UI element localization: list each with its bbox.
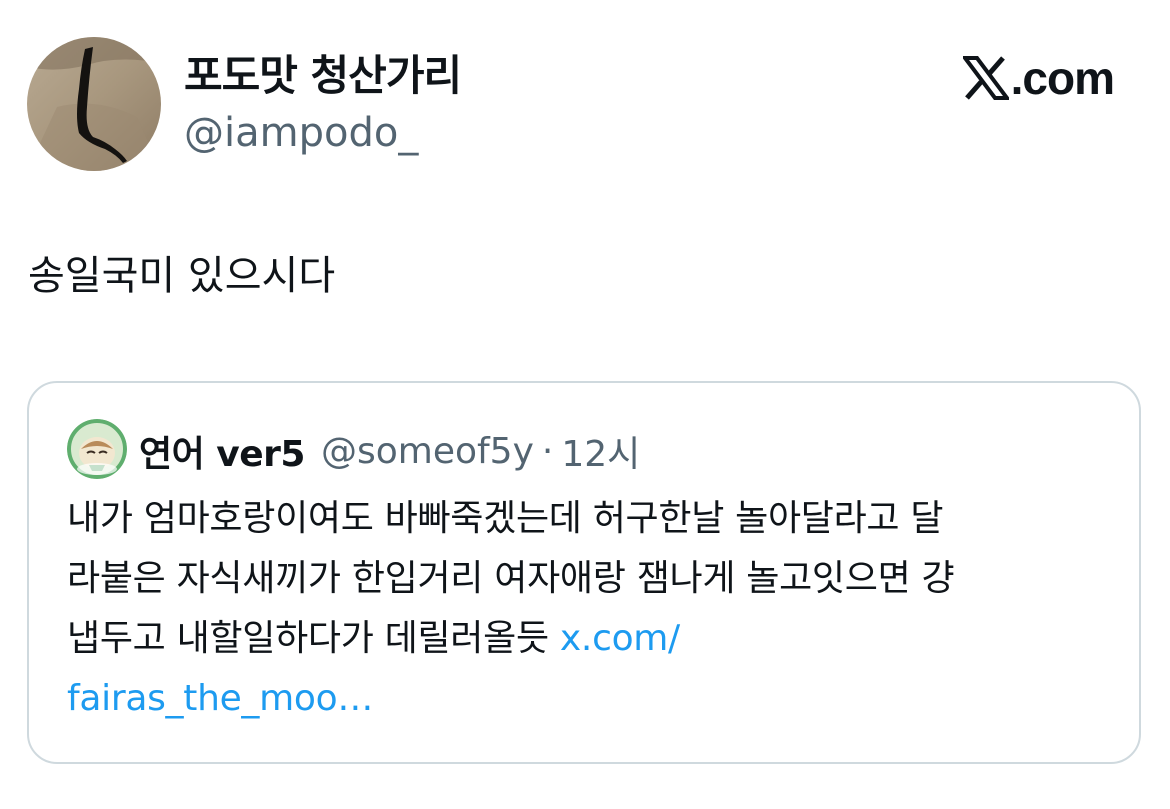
quoted-author-avatar[interactable] [67, 419, 127, 479]
quoted-text-line: 라붙은 자식새끼가 한입거리 여자애랑 잼나게 놀고잇으면 걍 [67, 558, 955, 599]
quoted-handle[interactable]: @someof5y [321, 431, 534, 472]
quoted-display-name[interactable]: 연어 ver5 [139, 425, 305, 477]
quoted-link-continued[interactable]: fairas_the_moo… [67, 678, 373, 719]
quoted-tweet-text: 내가 엄마호랑이여도 바빠죽겠는데 허구한날 놀아달라고 달 라붙은 자식새끼가… [67, 489, 1117, 729]
author-handle[interactable]: @iampodo_ [184, 108, 418, 158]
x-logo-icon [962, 56, 1009, 100]
quoted-text-segment: 냅두고 내할일하다가 데릴러올듯 [67, 618, 560, 659]
quoted-text-line: fairas_the_moo… [67, 669, 1117, 729]
quoted-text-line: 내가 엄마호랑이여도 바빠죽겠는데 허구한날 놀아달라고 달 [67, 498, 944, 539]
quoted-avatar-image [67, 419, 127, 479]
quoted-separator: · [541, 430, 554, 472]
quoted-tweet-card[interactable]: 연어 ver5 @someof5y · 12시 내가 엄마호랑이여도 바빠죽겠는… [27, 381, 1141, 764]
quoted-tweet-header: 연어 ver5 @someof5y · 12시 [139, 423, 640, 479]
quoted-timestamp[interactable]: 12시 [561, 425, 640, 477]
avatar-image [27, 37, 161, 171]
quoted-text-line: 냅두고 내할일하다가 데릴러올듯 x.com/ [67, 609, 1117, 669]
author-display-name[interactable]: 포도맛 청산가리 [184, 50, 462, 102]
tweet-text: 송일국미 있으시다 [28, 253, 336, 299]
author-avatar[interactable] [27, 37, 161, 171]
brand-suffix: .com [1010, 52, 1115, 104]
quoted-link[interactable]: x.com/ [560, 618, 680, 659]
x-com-brand[interactable]: .com [962, 50, 1115, 106]
